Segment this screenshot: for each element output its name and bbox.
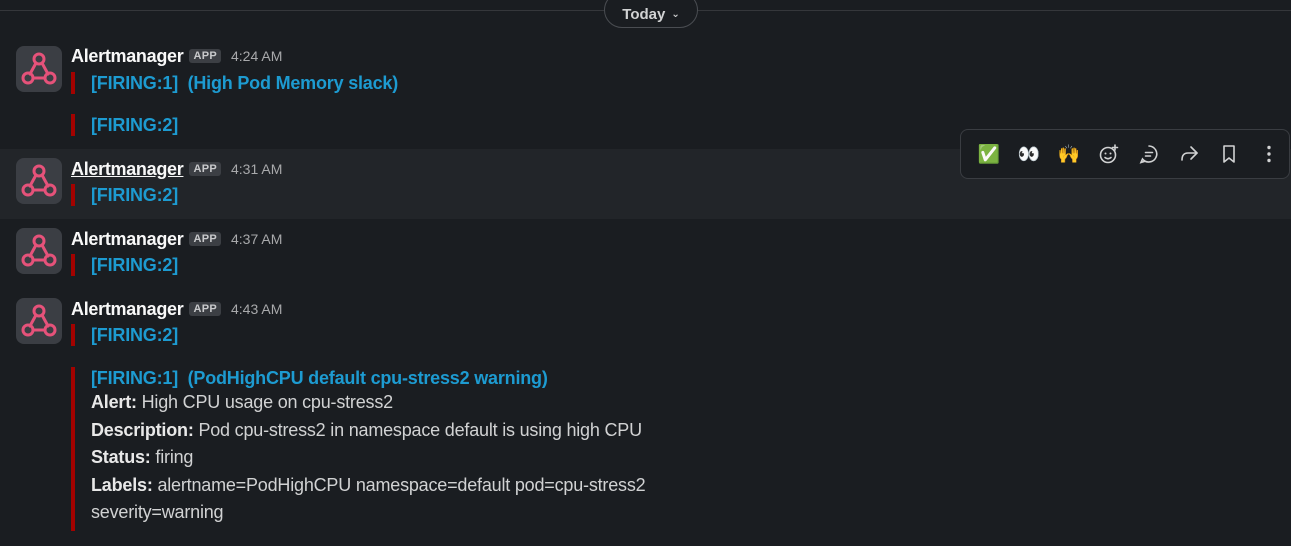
message-header: Alertmanager APP 4:43 AM xyxy=(71,298,282,320)
webhook-icon xyxy=(21,304,57,337)
attachment: [FIRING:2] xyxy=(71,254,178,276)
save-bookmark-button[interactable] xyxy=(1209,134,1249,174)
raised-hands-emoji-button[interactable]: 🙌 xyxy=(1049,134,1089,174)
attachment-field-alert: Alert: High CPU usage on cpu-stress2 xyxy=(91,389,645,417)
more-actions-button[interactable] xyxy=(1249,134,1289,174)
field-value: Pod cpu-stress2 in namespace default is … xyxy=(198,419,642,440)
date-divider-button[interactable]: Today ⌄ xyxy=(604,0,698,28)
chevron-down-icon: ⌄ xyxy=(671,8,680,20)
sender-name[interactable]: Alertmanager xyxy=(71,229,184,250)
attachment-title-link[interactable]: [FIRING:2] xyxy=(91,254,178,276)
message-actions-toolbar: ✅ 👀 🙌 xyxy=(960,129,1290,179)
attachment-title-link[interactable]: [FIRING:1] (PodHighCPU default cpu-stres… xyxy=(91,367,645,389)
reply-in-thread-icon xyxy=(1139,145,1158,164)
avatar[interactable] xyxy=(16,228,62,274)
attachment-title-link[interactable]: [FIRING:1] (High Pod Memory slack) xyxy=(91,72,398,94)
webhook-icon xyxy=(21,164,57,197)
app-badge: APP xyxy=(189,162,221,176)
add-reaction-icon xyxy=(1099,144,1119,164)
field-value: firing xyxy=(155,447,194,467)
field-label: Labels: xyxy=(91,474,153,495)
message: Alertmanager APP 4:43 AM [FIRING:2] [FIR… xyxy=(0,289,1291,546)
date-divider-label: Today xyxy=(622,5,666,23)
field-label: Status: xyxy=(91,447,151,467)
avatar[interactable] xyxy=(16,46,62,92)
webhook-icon xyxy=(21,234,57,267)
sender-name[interactable]: Alertmanager xyxy=(71,46,184,67)
message-header: Alertmanager APP 4:24 AM xyxy=(71,45,282,67)
sender-name[interactable]: Alertmanager xyxy=(71,159,184,180)
check-mark-emoji-button[interactable]: ✅ xyxy=(969,134,1009,174)
webhook-icon xyxy=(21,52,57,85)
attachment-title-link[interactable]: [FIRING:2] xyxy=(91,184,178,206)
eyes-emoji-icon: 👀 xyxy=(1017,143,1041,164)
forward-button[interactable] xyxy=(1169,134,1209,174)
app-badge: APP xyxy=(189,49,221,63)
check-mark-emoji-icon: ✅ xyxy=(977,143,1001,164)
attachment: [FIRING:2] xyxy=(71,324,178,346)
avatar[interactable] xyxy=(16,298,62,344)
timestamp[interactable]: 4:37 AM xyxy=(231,231,282,247)
forward-icon xyxy=(1181,146,1198,161)
attachment-title-link[interactable]: [FIRING:2] xyxy=(91,114,178,136)
timestamp[interactable]: 4:31 AM xyxy=(231,161,282,177)
message-header: Alertmanager APP 4:37 AM xyxy=(71,228,282,250)
attachment-title-link[interactable]: [FIRING:2] xyxy=(91,324,178,346)
sender-name[interactable]: Alertmanager xyxy=(71,299,184,320)
attachment: [FIRING:2] xyxy=(71,114,178,136)
bookmark-icon xyxy=(1223,145,1235,163)
attachment-field-description: Description: Pod cpu-stress2 in namespac… xyxy=(91,417,645,445)
field-value: alertname=PodHighCPU namespace=default p… xyxy=(157,474,646,495)
attachment: [FIRING:1] (PodHighCPU default cpu-stres… xyxy=(71,367,646,531)
message-header: Alertmanager APP 4:31 AM xyxy=(71,158,282,180)
timestamp[interactable]: 4:24 AM xyxy=(231,48,282,64)
app-badge: APP xyxy=(189,302,221,316)
reply-in-thread-button[interactable] xyxy=(1129,134,1169,174)
add-reaction-button[interactable] xyxy=(1089,134,1129,174)
app-badge: APP xyxy=(189,232,221,246)
field-label: Description: xyxy=(91,419,194,440)
timestamp[interactable]: 4:43 AM xyxy=(231,301,282,317)
attachment: [FIRING:2] xyxy=(71,184,178,206)
attachment: [FIRING:1] (High Pod Memory slack) xyxy=(71,72,398,94)
raised-hands-emoji-icon: 🙌 xyxy=(1057,143,1081,164)
message: Alertmanager APP 4:37 AM [FIRING:2] xyxy=(0,219,1291,289)
attachment-field-labels-continuation: severity=warning xyxy=(91,502,224,522)
field-value: High CPU usage on cpu-stress2 xyxy=(141,392,394,412)
attachment-field-labels: Labels: alertname=PodHighCPU namespace=d… xyxy=(91,472,646,500)
more-vertical-icon xyxy=(1267,145,1271,163)
attachment-field-status: Status: firing xyxy=(91,444,645,472)
avatar[interactable] xyxy=(16,158,62,204)
eyes-emoji-button[interactable]: 👀 xyxy=(1009,134,1049,174)
field-label: Alert: xyxy=(91,392,137,412)
